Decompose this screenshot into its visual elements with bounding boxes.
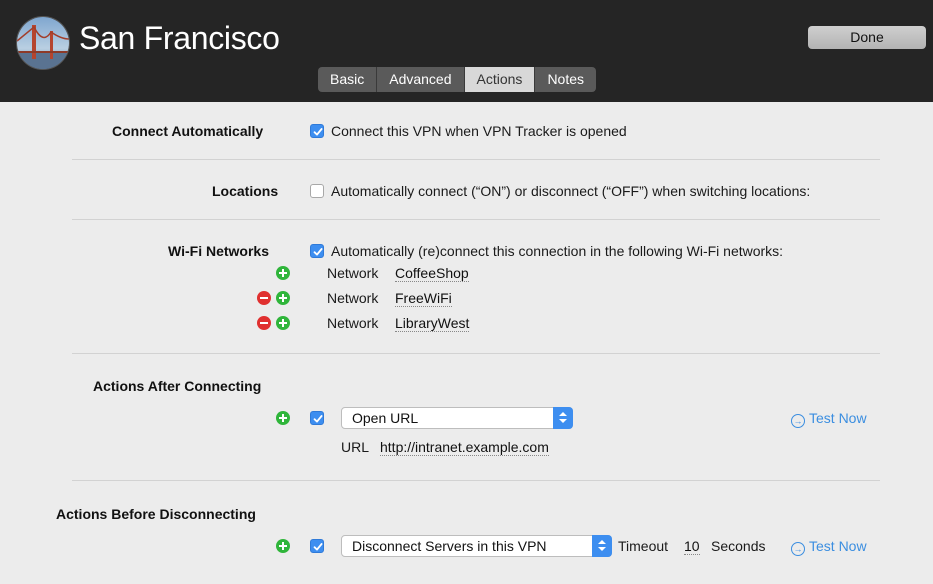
actions-panel: Connect Automatically Connect this VPN w… [0, 102, 933, 584]
tab-actions[interactable]: Actions [464, 67, 536, 92]
add-network-icon[interactable] [276, 291, 290, 305]
timeout-label: Timeout [618, 538, 669, 554]
divider [72, 159, 880, 160]
chevron-up-down-icon [553, 407, 573, 429]
network-label: Network [327, 315, 379, 331]
before-disconnecting-action-checkbox[interactable] [310, 539, 324, 553]
actions-before-disconnecting-label: Actions Before Disconnecting [56, 506, 256, 522]
test-now-label: Test Now [809, 410, 867, 426]
add-action-icon[interactable] [276, 411, 290, 425]
locations-checkbox[interactable] [310, 184, 324, 198]
network-label: Network [327, 265, 379, 281]
network-name-field[interactable]: CoffeeShop [395, 265, 469, 282]
before-disconnecting-action-select[interactable]: Disconnect Servers in this VPN [341, 535, 612, 557]
wifi-networks-label: Wi-Fi Networks [168, 243, 269, 259]
add-action-icon[interactable] [276, 539, 290, 553]
title-bar: San Francisco Done Basic Advanced Action… [0, 0, 933, 102]
test-now-label: Test Now [809, 538, 867, 554]
after-connecting-action-select[interactable]: Open URL [341, 407, 573, 429]
timeout-field[interactable]: 10 [684, 538, 700, 555]
test-now-link[interactable]: → Test Now [791, 538, 867, 556]
after-connecting-action-checkbox[interactable] [310, 411, 324, 425]
golden-gate-photo-icon [16, 16, 70, 70]
arrow-right-circle-icon: → [791, 542, 805, 556]
connect-automatically-label: Connect Automatically [112, 123, 264, 139]
test-now-link[interactable]: → Test Now [791, 410, 867, 428]
divider [72, 480, 880, 481]
wifi-networks-text: Automatically (re)connect this connectio… [331, 243, 784, 259]
tab-notes[interactable]: Notes [535, 67, 597, 92]
tab-advanced[interactable]: Advanced [377, 67, 465, 92]
tab-bar: Basic Advanced Actions Notes [318, 67, 597, 92]
network-name-field[interactable]: LibraryWest [395, 315, 470, 332]
remove-network-icon[interactable] [257, 291, 271, 305]
add-network-icon[interactable] [276, 266, 290, 280]
add-network-icon[interactable] [276, 316, 290, 330]
url-label: URL [341, 439, 370, 455]
seconds-label: Seconds [711, 538, 766, 554]
arrow-right-circle-icon: → [791, 414, 805, 428]
divider [72, 219, 880, 220]
locations-label: Locations [212, 183, 279, 199]
network-name-field[interactable]: FreeWiFi [395, 290, 452, 307]
chevron-up-down-icon [592, 535, 612, 557]
locations-text: Automatically connect (“ON”) or disconne… [331, 183, 811, 199]
done-button[interactable]: Done [808, 26, 926, 49]
remove-network-icon[interactable] [257, 316, 271, 330]
network-label: Network [327, 290, 379, 306]
divider [72, 353, 880, 354]
page-title: San Francisco [79, 20, 280, 56]
actions-after-connecting-label: Actions After Connecting [93, 378, 262, 394]
wifi-networks-checkbox[interactable] [310, 244, 324, 258]
select-value: Disconnect Servers in this VPN [352, 538, 547, 554]
url-field[interactable]: http://intranet.example.com [380, 439, 549, 456]
select-value: Open URL [352, 410, 419, 426]
tab-basic[interactable]: Basic [318, 67, 378, 92]
connect-automatically-text: Connect this VPN when VPN Tracker is ope… [331, 123, 627, 139]
connect-automatically-checkbox[interactable] [310, 124, 324, 138]
